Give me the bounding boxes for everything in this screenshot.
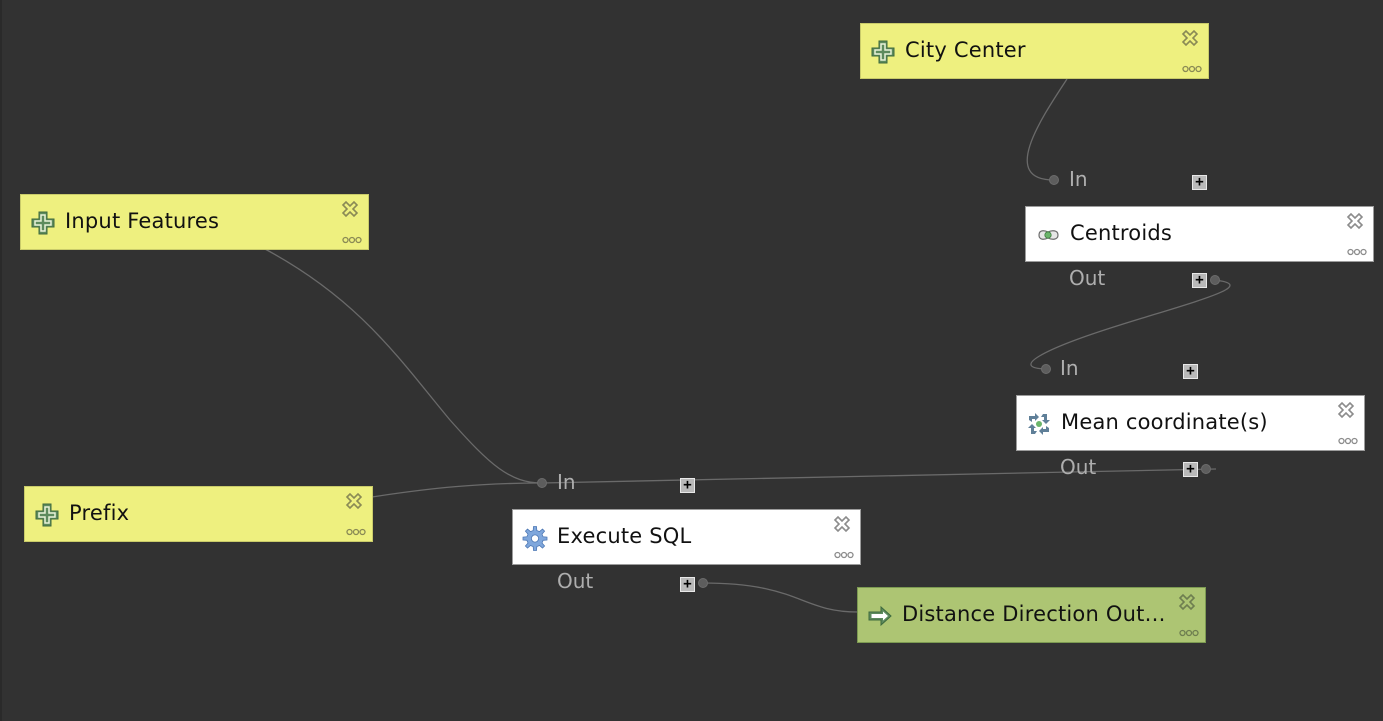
node-centroids[interactable]: Centroids [1025, 206, 1374, 262]
output-port-dot[interactable] [1201, 464, 1211, 474]
centroids-out-label: Out [1069, 266, 1106, 290]
centroids-in-label: In [1069, 167, 1088, 191]
more-options-icon[interactable] [1179, 629, 1199, 637]
link-prefix-to-execute-sql [371, 482, 543, 498]
plus-parameter-icon [31, 211, 55, 235]
node-mean-coordinates[interactable]: Mean coordinate(s) [1016, 395, 1365, 451]
more-options-icon[interactable] [1182, 65, 1202, 73]
node-title: Mean coordinate(s) [1061, 410, 1268, 434]
plus-parameter-icon [35, 503, 59, 527]
link-input-features-to-execute-sql [264, 248, 543, 484]
centroid-icon [1038, 230, 1059, 240]
node-input-features[interactable]: Input Features [20, 194, 369, 250]
expand-inputs-button[interactable]: + [1183, 364, 1198, 379]
close-icon[interactable] [340, 199, 360, 219]
node-prefix[interactable]: Prefix [24, 486, 373, 542]
close-icon[interactable] [1177, 592, 1197, 612]
mean-coordinates-icon [1028, 413, 1050, 435]
output-port-dot[interactable] [1210, 275, 1220, 285]
close-icon[interactable] [832, 514, 852, 534]
model-canvas[interactable]: City Center Input Features Prefix In + C… [0, 0, 1383, 721]
more-options-icon[interactable] [834, 551, 854, 559]
execute-sql-in-label: In [557, 470, 576, 494]
link-execute-sql-to-output [702, 582, 859, 613]
expand-inputs-button[interactable]: + [1192, 175, 1207, 190]
more-options-icon[interactable] [1338, 437, 1358, 445]
expand-outputs-button[interactable]: + [1183, 462, 1198, 477]
node-execute-sql[interactable]: Execute SQL [512, 509, 861, 565]
link-mean-coordinates-to-execute-sql [541, 468, 1217, 484]
more-options-icon[interactable] [346, 528, 366, 536]
plus-parameter-icon [871, 40, 895, 64]
expand-inputs-button[interactable]: + [680, 478, 695, 493]
output-port-dot[interactable] [698, 578, 708, 588]
node-distance-direction-output[interactable]: Distance Direction Out… [857, 587, 1206, 643]
close-icon[interactable] [1180, 28, 1200, 48]
more-options-icon[interactable] [342, 236, 362, 244]
mean-coordinates-out-label: Out [1060, 455, 1097, 479]
canvas-border [0, 0, 2, 721]
mean-coordinates-in-label: In [1060, 356, 1079, 380]
node-title: City Center [905, 38, 1026, 62]
node-title: Execute SQL [557, 524, 692, 548]
gear-icon [522, 526, 548, 551]
node-city-center[interactable]: City Center [860, 23, 1209, 79]
more-options-icon[interactable] [1347, 248, 1367, 256]
node-title: Centroids [1070, 221, 1173, 245]
node-title: Distance Direction Out… [902, 602, 1166, 626]
node-title: Prefix [69, 501, 130, 525]
close-icon[interactable] [1345, 211, 1365, 231]
close-icon[interactable] [1336, 400, 1356, 420]
close-icon[interactable] [344, 491, 364, 511]
arrow-right-icon [868, 605, 892, 627]
execute-sql-out-label: Out [557, 569, 594, 593]
node-title: Input Features [65, 209, 220, 233]
link-city-center-to-centroids [1026, 78, 1068, 181]
expand-outputs-button[interactable]: + [1192, 273, 1207, 288]
input-port-dot[interactable] [1041, 364, 1051, 374]
input-port-dot[interactable] [537, 478, 547, 488]
input-port-dot[interactable] [1049, 175, 1059, 185]
expand-outputs-button[interactable]: + [680, 577, 695, 592]
